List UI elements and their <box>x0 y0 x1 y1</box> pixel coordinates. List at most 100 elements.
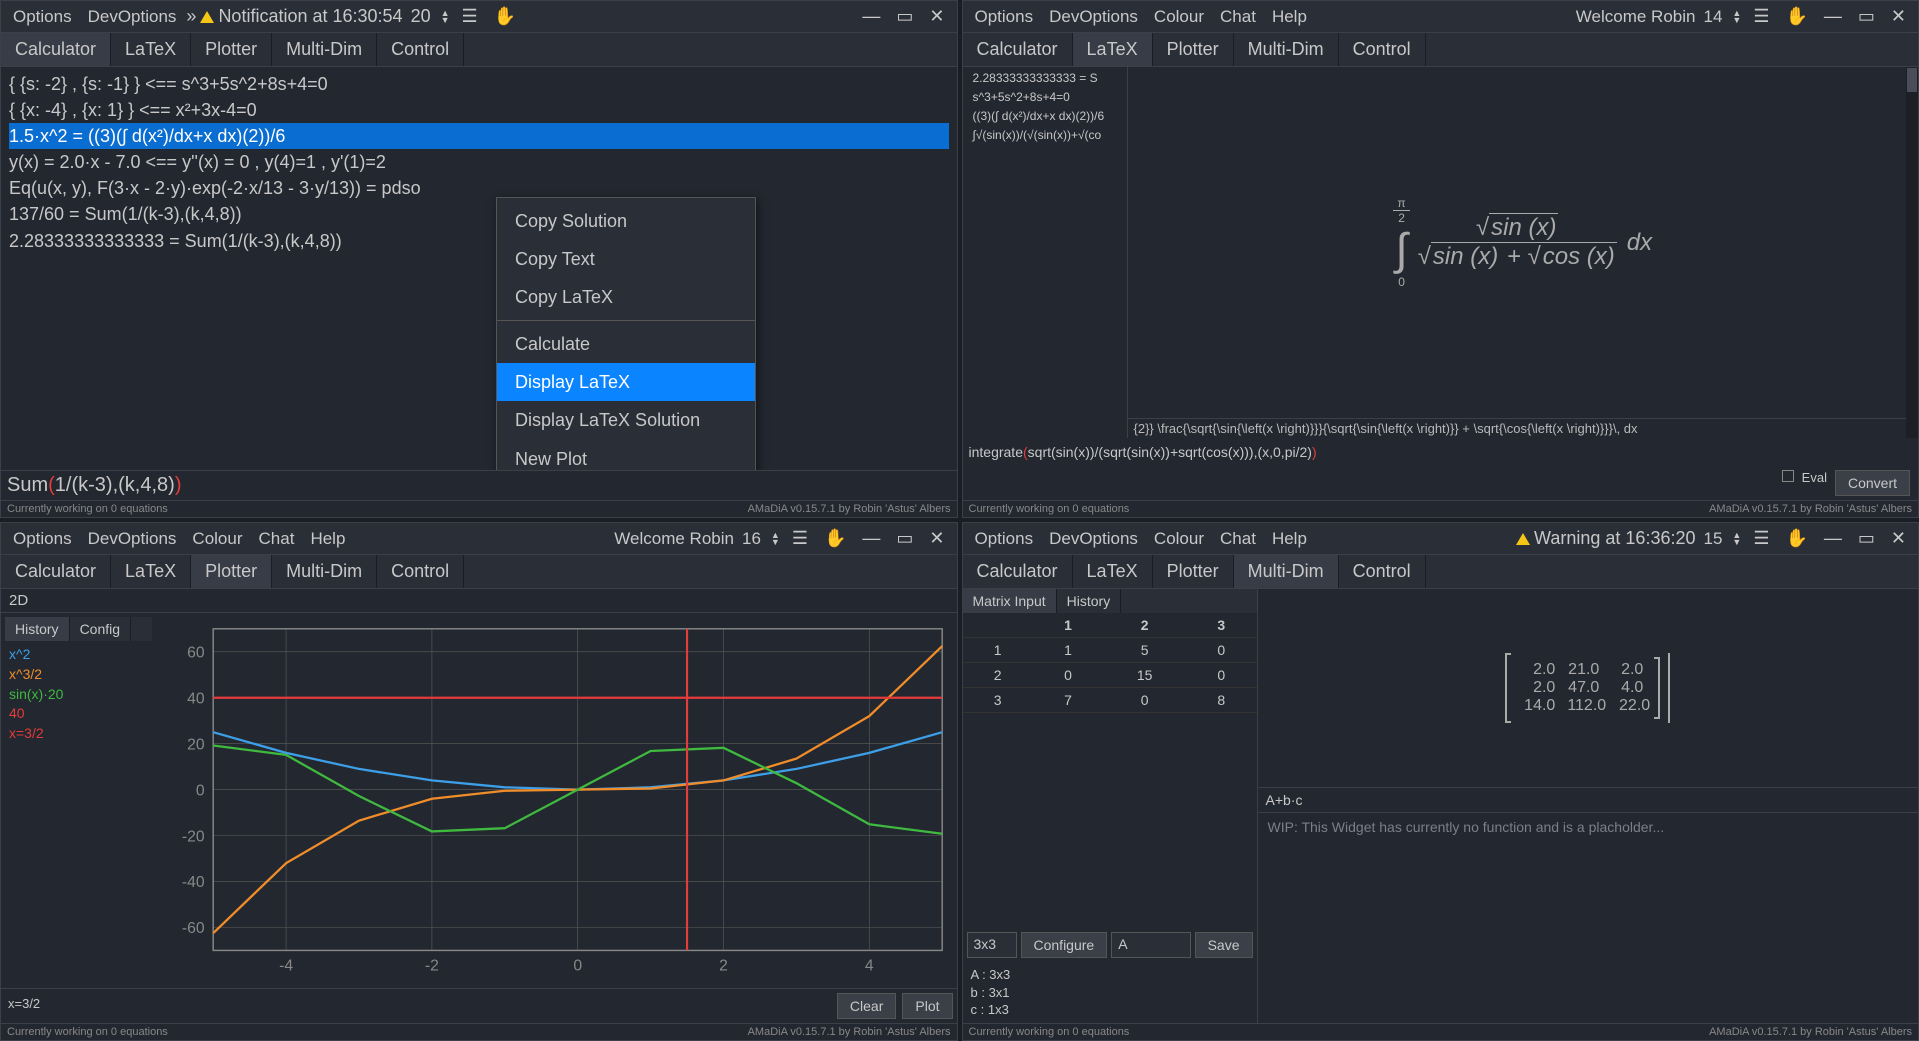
close-icon[interactable]: ✕ <box>923 3 950 30</box>
menu-help[interactable]: Help <box>1266 526 1313 552</box>
notification[interactable]: Notification at 16:30:54 <box>200 6 402 27</box>
subtab-history[interactable]: History <box>1057 589 1122 613</box>
list-item[interactable]: A : 3x3 <box>971 966 1249 984</box>
maximize-icon[interactable]: ▭ <box>1852 3 1881 30</box>
menu-devoptions[interactable]: DevOptions <box>82 526 183 552</box>
tab-plotter[interactable]: Plotter <box>1153 33 1234 66</box>
hamburger-icon[interactable]: ☰ <box>1747 525 1775 552</box>
clear-button[interactable]: Clear <box>837 993 896 1019</box>
close-icon[interactable]: ✕ <box>1885 3 1912 30</box>
tab-plotter[interactable]: Plotter <box>191 555 272 588</box>
hamburger-icon[interactable]: ☰ <box>1747 3 1775 30</box>
tab-latex[interactable]: LaTeX <box>111 555 191 588</box>
tab-control[interactable]: Control <box>1339 555 1426 588</box>
hand-icon[interactable]: ✋ <box>1779 525 1813 552</box>
hamburger-icon[interactable]: ☰ <box>786 525 814 552</box>
menu-colour[interactable]: Colour <box>1148 4 1210 30</box>
menu-devoptions[interactable]: DevOptions <box>1043 4 1144 30</box>
list-item[interactable]: c : 1x3 <box>971 1001 1249 1019</box>
plot-button[interactable]: Plot <box>902 993 952 1019</box>
list-item[interactable]: b : 3x1 <box>971 984 1249 1002</box>
list-item[interactable]: ((3)(∫ d(x²)/dx+x dx)(2))/6 <box>967 107 1123 126</box>
list-item[interactable]: 2.28333333333333 = S <box>967 69 1123 88</box>
minimize-icon[interactable]: — <box>1818 525 1848 552</box>
hand-icon[interactable]: ✋ <box>1779 3 1813 30</box>
convert-button[interactable]: Convert <box>1835 470 1910 496</box>
plot-input[interactable]: x=3/2 <box>5 993 831 1019</box>
notification[interactable]: Warning at 16:36:20 <box>1516 528 1695 549</box>
history-line[interactable]: y(x) = 2.0·x - 7.0 <== y''(x) = 0 , y(4)… <box>9 149 949 175</box>
tab-calculator[interactable]: Calculator <box>963 33 1073 66</box>
latex-source[interactable]: {2}} \frac{\sqrt{\sin{\left(x \right)}}}… <box>1128 418 1919 438</box>
legend-item[interactable]: sin(x)·20 <box>9 685 148 705</box>
tab-calculator[interactable]: Calculator <box>1 33 111 66</box>
ctx-copy-solution[interactable]: Copy Solution <box>497 202 755 240</box>
tab-calculator[interactable]: Calculator <box>1 555 111 588</box>
close-icon[interactable]: ✕ <box>1885 525 1912 552</box>
tab-calculator[interactable]: Calculator <box>963 555 1073 588</box>
hamburger-icon[interactable]: ☰ <box>456 3 484 30</box>
tab-multidim[interactable]: Multi-Dim <box>272 33 377 66</box>
ctx-display-latex[interactable]: Display LaTeX <box>497 363 755 401</box>
counter-spinner[interactable]: ▲▼ <box>439 10 452 24</box>
expression-input[interactable]: A+b·c <box>1258 787 1919 812</box>
legend-item[interactable]: x^2 <box>9 645 148 665</box>
legend-item[interactable]: 40 <box>9 704 148 724</box>
tab-plotter[interactable]: Plotter <box>1153 555 1234 588</box>
history-line-selected[interactable]: 1.5·x^2 = ((3)(∫ d(x²)/dx+x dx)(2))/6 <box>9 123 949 149</box>
menu-devoptions[interactable]: DevOptions <box>82 4 183 30</box>
tab-latex[interactable]: LaTeX <box>111 33 191 66</box>
counter-spinner[interactable]: ▲▼ <box>1730 532 1743 546</box>
tab-control[interactable]: Control <box>377 555 464 588</box>
minimize-icon[interactable]: — <box>856 525 886 552</box>
tab-multidim[interactable]: Multi-Dim <box>272 555 377 588</box>
legend-item[interactable]: x^3/2 <box>9 665 148 685</box>
menu-help[interactable]: Help <box>304 526 351 552</box>
history-line[interactable]: Eq(u(x, y), F(3·x - 2·y)·exp(-2·x/13 - 3… <box>9 175 949 201</box>
name-input[interactable]: A <box>1111 932 1190 958</box>
integrate-input[interactable]: integrate(sqrt(sin(x))/(sqrt(sin(x))+sqr… <box>963 438 1919 466</box>
tab-latex[interactable]: LaTeX <box>1073 33 1153 66</box>
calc-input[interactable]: Sum(1/(k-3),(k,4,8)) <box>1 470 957 500</box>
history-line[interactable]: 137/60 = Sum(1/(k-3),(k,4,8)) <box>9 201 949 227</box>
counter-spinner[interactable]: ▲▼ <box>769 532 782 546</box>
menu-help[interactable]: Help <box>1266 4 1313 30</box>
list-item[interactable]: s^3+5s^2+8s+4=0 <box>967 88 1123 107</box>
maximize-icon[interactable]: ▭ <box>1852 525 1881 552</box>
menu-colour[interactable]: Colour <box>1148 526 1210 552</box>
hand-icon[interactable]: ✋ <box>818 525 852 552</box>
subtab-matrix-input[interactable]: Matrix Input <box>963 589 1057 613</box>
menu-options[interactable]: Options <box>7 4 78 30</box>
plot-canvas[interactable]: -4-2024-60-40-200204060 <box>156 613 957 988</box>
table-row[interactable]: 3708 <box>963 688 1257 713</box>
size-input[interactable]: 3x3 <box>967 932 1017 958</box>
list-item[interactable]: ∫√(sin(x))/(√(sin(x))+√(co <box>967 126 1123 145</box>
menu-colour[interactable]: Colour <box>186 526 248 552</box>
menu-options[interactable]: Options <box>7 526 78 552</box>
hand-icon[interactable]: ✋ <box>488 3 522 30</box>
minimize-icon[interactable]: — <box>856 3 886 30</box>
tab-multidim[interactable]: Multi-Dim <box>1234 33 1339 66</box>
close-icon[interactable]: ✕ <box>923 525 950 552</box>
history-line[interactable]: 2.28333333333333 = Sum(1/(k-3),(k,4,8)) <box>9 228 949 254</box>
tab-latex[interactable]: LaTeX <box>1073 555 1153 588</box>
maximize-icon[interactable]: ▭ <box>890 525 919 552</box>
minimize-icon[interactable]: — <box>1818 3 1848 30</box>
history-line[interactable]: { {s: -2} , {s: -1} } <== s^3+5s^2+8s+4=… <box>9 71 949 97</box>
subtab-history[interactable]: History <box>5 617 70 641</box>
table-row[interactable]: 20150 <box>963 663 1257 688</box>
ctx-calculate[interactable]: Calculate <box>497 325 755 363</box>
menu-options[interactable]: Options <box>969 4 1040 30</box>
eval-checkbox[interactable] <box>1782 470 1794 482</box>
save-button[interactable]: Save <box>1195 932 1253 958</box>
tab-multidim[interactable]: Multi-Dim <box>1234 555 1339 588</box>
counter-spinner[interactable]: ▲▼ <box>1730 10 1743 24</box>
ctx-copy-text[interactable]: Copy Text <box>497 240 755 278</box>
menu-chat[interactable]: Chat <box>1214 4 1262 30</box>
tab-control[interactable]: Control <box>377 33 464 66</box>
legend-item[interactable]: x=3/2 <box>9 724 148 744</box>
ctx-new-plot[interactable]: New Plot <box>497 440 755 471</box>
ctx-display-latex-solution[interactable]: Display LaTeX Solution <box>497 401 755 439</box>
ctx-copy-latex[interactable]: Copy LaTeX <box>497 278 755 316</box>
menu-chat[interactable]: Chat <box>253 526 301 552</box>
